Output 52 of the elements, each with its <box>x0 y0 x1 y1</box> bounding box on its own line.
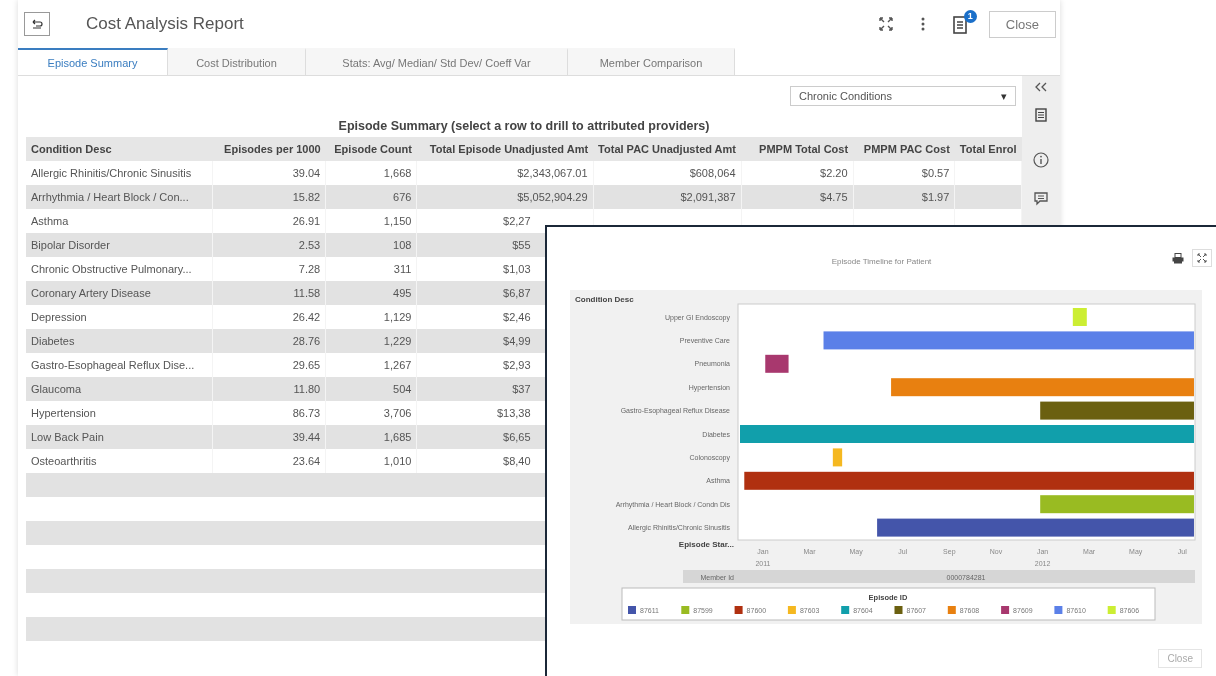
table-cell[interactable]: 28.76 <box>212 329 326 353</box>
column-header[interactable]: PMPM Total Cost <box>741 137 854 161</box>
table-cell[interactable]: 1,229 <box>325 329 417 353</box>
table-cell[interactable]: Glaucoma <box>26 377 213 401</box>
maximize-button[interactable] <box>1192 249 1212 267</box>
tab[interactable]: Episode Summary <box>18 48 168 75</box>
tab[interactable]: Member Comparison <box>568 48 735 75</box>
tab[interactable]: Cost Distribution <box>168 48 306 75</box>
table-cell[interactable]: $2,091,387 <box>593 185 741 209</box>
table-cell[interactable]: Bipolar Disorder <box>26 233 213 257</box>
notification-badge: 1 <box>963 10 977 23</box>
column-header[interactable]: Total PAC Unadjusted Amt <box>593 137 741 161</box>
table-cell[interactable]: Arrhythmia / Heart Block / Con... <box>26 185 213 209</box>
table-cell[interactable]: Low Back Pain <box>26 425 213 449</box>
expand-icon <box>1197 253 1207 263</box>
table-cell[interactable]: 39.44 <box>212 425 326 449</box>
list-icon[interactable] <box>1035 108 1047 122</box>
column-header[interactable]: Condition Desc <box>26 137 213 161</box>
table-cell[interactable]: Diabetes <box>26 329 213 353</box>
table-cell[interactable]: Coronary Artery Disease <box>26 281 213 305</box>
column-header[interactable]: Total Enrol <box>954 137 1022 161</box>
expand-icon[interactable] <box>878 17 893 31</box>
column-header[interactable]: Episodes per 1000 <box>212 137 326 161</box>
back-icon <box>31 18 43 30</box>
table-cell[interactable]: 504 <box>325 377 417 401</box>
table-cell[interactable]: 495 <box>325 281 417 305</box>
axis-title: Episode Star... <box>678 540 734 549</box>
table-cell[interactable]: $4.75 <box>741 185 854 209</box>
document-icon[interactable] <box>952 16 967 34</box>
table-cell[interactable]: 676 <box>325 185 417 209</box>
comment-icon[interactable] <box>1034 192 1048 206</box>
table-cell[interactable]: 1,685 <box>325 425 417 449</box>
report-title: Cost Analysis Report <box>86 14 245 34</box>
info-icon[interactable] <box>1033 152 1049 168</box>
column-header[interactable]: Episode Count <box>325 137 417 161</box>
table-cell[interactable]: $5,052,904.29 <box>416 185 594 209</box>
column-header[interactable]: PMPM PAC Cost <box>853 137 955 161</box>
category-dropdown[interactable]: Chronic Conditions ▾ <box>790 86 1016 106</box>
back-button[interactable] <box>24 12 50 36</box>
table-cell[interactable]: 15.82 <box>212 185 326 209</box>
table-cell[interactable]: 11.58 <box>212 281 326 305</box>
close-button[interactable]: Close <box>988 10 1056 38</box>
table-cell[interactable]: 11.80 <box>212 377 326 401</box>
table-cell[interactable]: 108 <box>325 233 417 257</box>
table-cell[interactable]: $1.97 <box>853 185 955 209</box>
column-header[interactable]: Total Episode Unadjusted Amt <box>416 137 594 161</box>
chart-title: Episode Timeline for Patient <box>831 257 932 266</box>
collapse-icon[interactable] <box>1035 82 1047 92</box>
table-cell[interactable]: 2.53 <box>212 233 326 257</box>
tab[interactable]: Stats: Avg/ Median/ Std Dev/ Coeff Var <box>306 48 568 75</box>
print-icon[interactable] <box>1172 252 1184 264</box>
table-caption: Episode Summary (select a row to drill to attributed providers) <box>337 119 711 133</box>
